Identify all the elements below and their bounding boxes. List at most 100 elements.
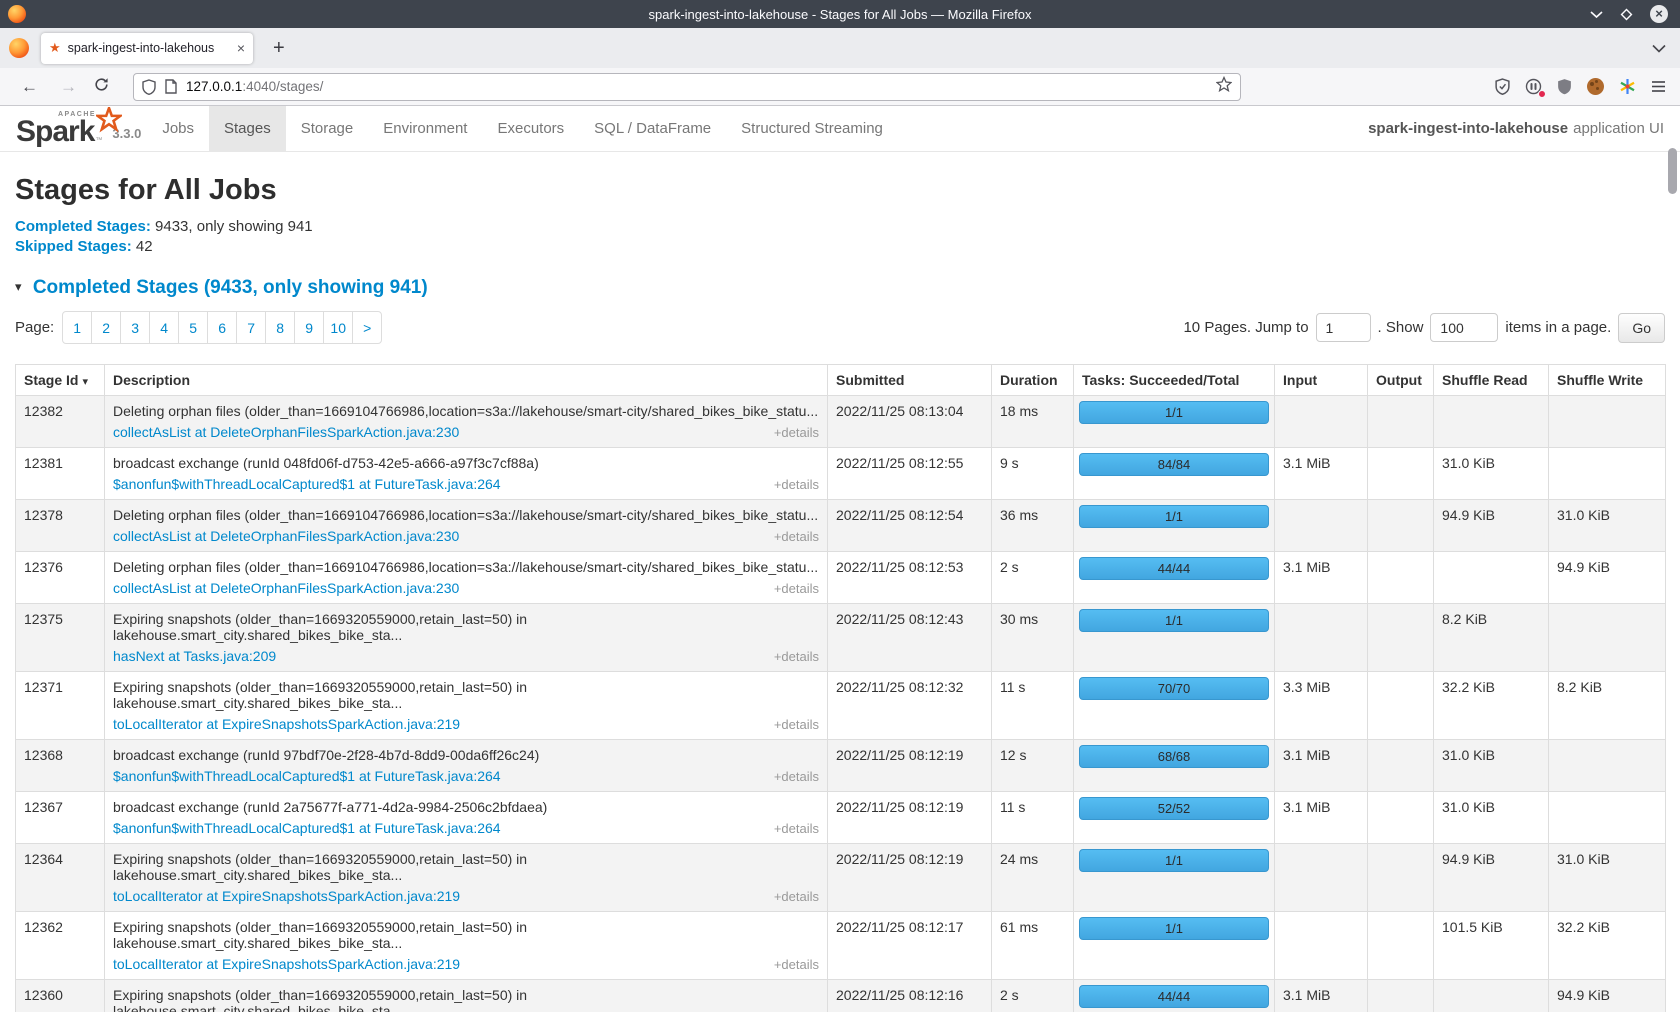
stage-detail-link[interactable]: toLocalIterator at ExpireSnapshotsSparkA…	[113, 956, 460, 972]
forward-icon[interactable]: →	[49, 77, 88, 97]
list-all-tabs-icon[interactable]	[1652, 40, 1666, 58]
column-header-shuffle-write[interactable]: Shuffle Write	[1549, 365, 1666, 396]
reload-icon[interactable]	[88, 77, 119, 97]
nav-tab-storage[interactable]: Storage	[286, 106, 369, 151]
jump-to-page-input[interactable]	[1316, 313, 1371, 342]
shuffle-write-cell	[1549, 448, 1666, 500]
maximize-icon[interactable]	[1620, 8, 1633, 21]
vertical-scrollbar-thumb[interactable]	[1668, 148, 1677, 194]
stage-detail-link[interactable]: toLocalIterator at ExpireSnapshotsSparkA…	[113, 716, 460, 732]
nav-tab-sql-dataframe[interactable]: SQL / DataFrame	[579, 106, 726, 151]
page-info-icon[interactable]	[165, 79, 177, 94]
column-header-shuffle-read[interactable]: Shuffle Read	[1434, 365, 1549, 396]
browser-tab[interactable]: ★ spark-ingest-into-lakehous ×	[41, 33, 253, 64]
nav-tab-stages[interactable]: Stages	[209, 106, 286, 151]
stage-detail-link[interactable]: collectAsList at DeleteOrphanFilesSparkA…	[113, 528, 459, 544]
page-button-4[interactable]: 4	[149, 311, 179, 344]
output-cell	[1368, 500, 1434, 552]
colorful-asterisk-extension-icon[interactable]	[1619, 78, 1636, 95]
page-button-2[interactable]: 2	[91, 311, 121, 344]
cookie-extension-icon[interactable]	[1587, 78, 1604, 95]
go-button[interactable]: Go	[1618, 313, 1665, 343]
mask-extension-icon[interactable]	[1525, 78, 1542, 95]
shield-check-extension-icon[interactable]	[1495, 78, 1510, 95]
column-header-duration[interactable]: Duration	[992, 365, 1074, 396]
submitted-cell: 2022/11/25 08:12:32	[828, 672, 992, 740]
details-toggle[interactable]: +details	[774, 581, 819, 596]
page-button-3[interactable]: 3	[120, 311, 150, 344]
nav-tab-environment[interactable]: Environment	[368, 106, 482, 151]
stage-detail-link[interactable]: toLocalIterator at ExpireSnapshotsSparkA…	[113, 888, 460, 904]
duration-cell: 2 s	[992, 980, 1074, 1012]
column-header-output[interactable]: Output	[1368, 365, 1434, 396]
nav-tab-jobs[interactable]: Jobs	[147, 106, 209, 151]
minimize-icon[interactable]	[1590, 10, 1603, 19]
menu-hamburger-icon[interactable]	[1651, 80, 1666, 93]
stage-id-cell: 12371	[16, 672, 105, 740]
url-bar[interactable]: 127.0.0.1:4040/stages/	[133, 73, 1241, 101]
column-header-stage-id[interactable]: Stage Id▾	[16, 365, 105, 396]
page-button-5[interactable]: 5	[178, 311, 208, 344]
tab-close-icon[interactable]: ×	[237, 40, 245, 56]
spark-nav-tabs: JobsStagesStorageEnvironmentExecutorsSQL…	[147, 106, 898, 151]
details-toggle[interactable]: +details	[774, 477, 819, 492]
stage-detail-link[interactable]: collectAsList at DeleteOrphanFilesSparkA…	[113, 424, 459, 440]
duration-cell: 12 s	[992, 740, 1074, 792]
details-toggle[interactable]: +details	[774, 957, 819, 972]
input-cell	[1275, 844, 1368, 912]
shuffle-read-cell	[1434, 980, 1549, 1012]
details-toggle[interactable]: +details	[774, 649, 819, 664]
stage-detail-link[interactable]: hasNext at Tasks.java:209	[113, 648, 276, 664]
bookmark-star-icon[interactable]	[1216, 76, 1232, 97]
output-cell	[1368, 844, 1434, 912]
page-button-6[interactable]: 6	[207, 311, 237, 344]
details-toggle[interactable]: +details	[774, 717, 819, 732]
close-window-icon[interactable]: ×	[1650, 5, 1668, 23]
shuffle-read-cell	[1434, 552, 1549, 604]
tracking-shield-icon[interactable]	[142, 79, 156, 95]
stage-detail-link[interactable]: $anonfun$withThreadLocalCaptured$1 at Fu…	[113, 820, 501, 836]
column-header-submitted[interactable]: Submitted	[828, 365, 992, 396]
new-tab-button[interactable]: +	[267, 37, 291, 60]
items-per-page-input[interactable]	[1430, 313, 1498, 342]
input-cell	[1275, 912, 1368, 980]
page-button-next[interactable]: >	[352, 311, 382, 344]
input-cell: 3.3 MiB	[1275, 672, 1368, 740]
stage-description: Expiring snapshots (older_than=166932055…	[113, 987, 819, 1012]
tasks-progress-bar: 1/1	[1079, 401, 1269, 424]
details-toggle[interactable]: +details	[774, 769, 819, 784]
stage-detail-link[interactable]: collectAsList at DeleteOrphanFilesSparkA…	[113, 580, 459, 596]
stage-description: Deleting orphan files (older_than=166910…	[113, 559, 819, 575]
nav-tab-structured-streaming[interactable]: Structured Streaming	[726, 106, 898, 151]
column-header-tasks-succeeded-total[interactable]: Tasks: Succeeded/Total	[1074, 365, 1275, 396]
page-button-1[interactable]: 1	[62, 311, 92, 344]
tasks-progress-bar: 84/84	[1079, 453, 1269, 476]
details-toggle[interactable]: +details	[774, 529, 819, 544]
page-button-10[interactable]: 10	[323, 311, 353, 344]
duration-cell: 2 s	[992, 552, 1074, 604]
stage-detail-link[interactable]: $anonfun$withThreadLocalCaptured$1 at Fu…	[113, 768, 501, 784]
details-toggle[interactable]: +details	[774, 821, 819, 836]
page-button-7[interactable]: 7	[236, 311, 266, 344]
duration-cell: 18 ms	[992, 396, 1074, 448]
nav-tab-executors[interactable]: Executors	[482, 106, 579, 151]
page-button-9[interactable]: 9	[294, 311, 324, 344]
details-toggle[interactable]: +details	[774, 425, 819, 440]
stage-description: Expiring snapshots (older_than=166932055…	[113, 611, 819, 643]
stage-detail-link[interactable]: $anonfun$withThreadLocalCaptured$1 at Fu…	[113, 476, 501, 492]
description-cell: broadcast exchange (runId 2a75677f-a771-…	[105, 792, 828, 844]
completed-stages-section-header[interactable]: ▾ Completed Stages (9433, only showing 9…	[15, 277, 1665, 299]
tasks-cell: 44/44	[1074, 980, 1275, 1012]
description-cell: Deleting orphan files (older_than=166910…	[105, 500, 828, 552]
column-header-input[interactable]: Input	[1275, 365, 1368, 396]
column-header-description[interactable]: Description	[105, 365, 828, 396]
tasks-cell: 70/70	[1074, 672, 1275, 740]
input-cell: 3.1 MiB	[1275, 792, 1368, 844]
back-icon[interactable]: ←	[10, 77, 49, 97]
ublock-shield-icon[interactable]	[1557, 78, 1572, 95]
page-button-8[interactable]: 8	[265, 311, 295, 344]
stage-description: Expiring snapshots (older_than=166932055…	[113, 919, 819, 951]
shuffle-write-cell	[1549, 792, 1666, 844]
input-cell: 3.1 MiB	[1275, 740, 1368, 792]
details-toggle[interactable]: +details	[774, 889, 819, 904]
